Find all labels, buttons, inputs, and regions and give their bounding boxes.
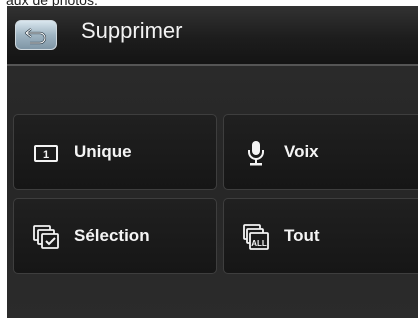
unique-option-label: Unique [74, 142, 132, 161]
all-images-icon: ALL [243, 224, 269, 250]
header-bar: Supprimer [7, 6, 418, 66]
all-images-icon-label: ALL [251, 239, 267, 248]
options-area [7, 66, 418, 318]
voice-option-label: Voix [284, 142, 319, 161]
single-image-icon: 1 [34, 145, 58, 162]
back-button[interactable] [15, 20, 57, 50]
all-option-button[interactable]: ALL Tout [223, 198, 418, 274]
unique-option-button[interactable]: 1 Unique [13, 114, 217, 190]
voice-option-button[interactable]: Voix [223, 114, 418, 190]
back-arrow-icon [24, 28, 47, 45]
select-images-icon [33, 225, 59, 249]
page-title: Supprimer [81, 18, 183, 43]
camera-screen: Supprimer 1 Unique Voix Sélection ALL To… [7, 6, 418, 318]
single-image-icon-label: 1 [43, 149, 49, 161]
selection-option-label: Sélection [74, 226, 150, 245]
all-option-label: Tout [284, 226, 320, 245]
selection-option-button[interactable]: Sélection [13, 198, 217, 274]
microphone-icon [248, 141, 264, 166]
